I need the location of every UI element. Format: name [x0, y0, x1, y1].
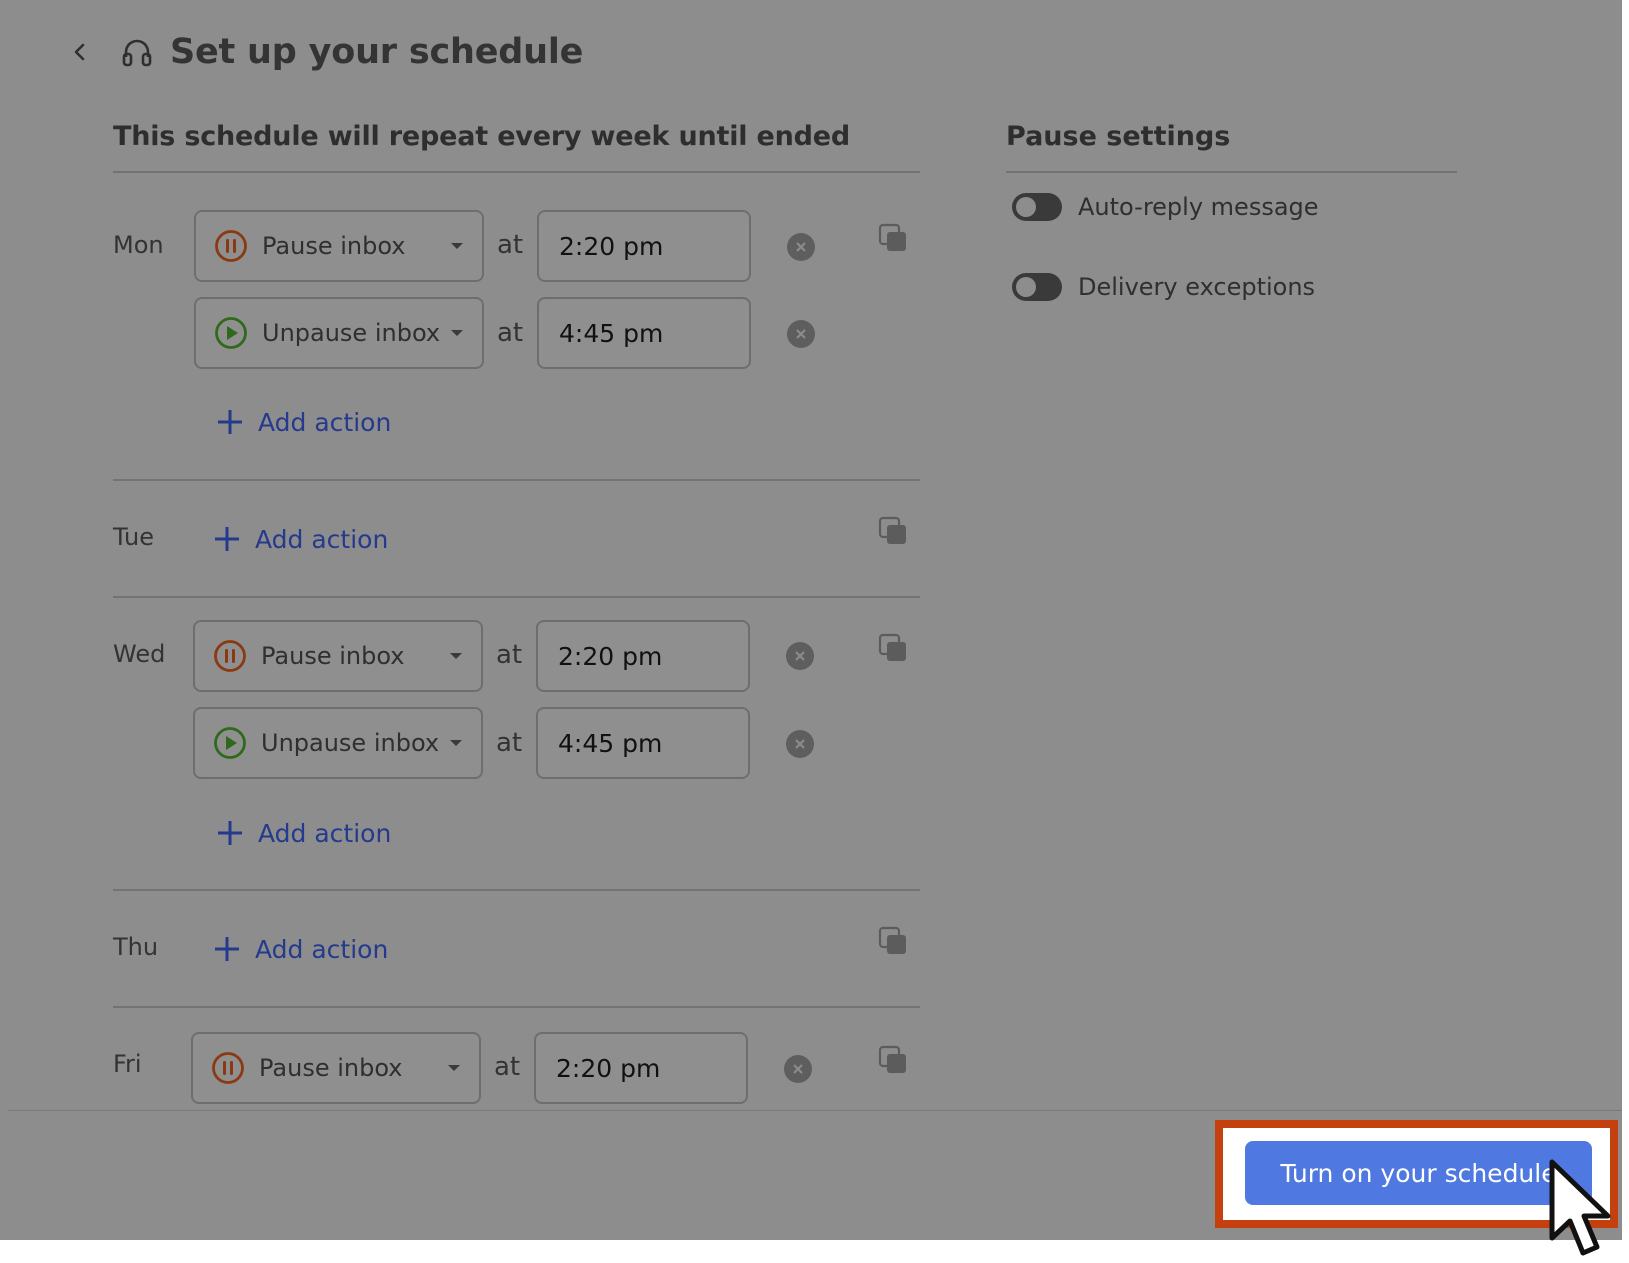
action-select-label: Pause inbox [259, 1054, 403, 1082]
copy-icon[interactable] [877, 222, 909, 254]
divider [1006, 171, 1457, 173]
pause-icon [214, 640, 246, 672]
copy-icon[interactable] [877, 1044, 909, 1076]
divider [113, 479, 920, 481]
day-label-wed: Wed [113, 640, 166, 668]
plus-icon [215, 527, 239, 551]
day-label-fri: Fri [113, 1050, 142, 1078]
headset-icon [120, 35, 154, 69]
action-select[interactable]: Pause inbox [191, 1032, 481, 1104]
play-icon [215, 317, 247, 349]
back-icon[interactable] [68, 40, 92, 64]
plus-icon [218, 410, 242, 434]
divider [113, 171, 920, 173]
copy-icon[interactable] [877, 632, 909, 664]
auto-reply-toggle[interactable] [1012, 193, 1062, 221]
footer-divider [8, 1110, 1622, 1111]
day-label-mon: Mon [113, 231, 164, 259]
play-icon [214, 727, 246, 759]
screen-edge [1622, 0, 1629, 1240]
clear-icon[interactable] [784, 1055, 812, 1083]
clear-icon[interactable] [787, 233, 815, 261]
add-action-button[interactable]: Add action [213, 929, 388, 969]
turn-on-schedule-button[interactable]: Turn on your schedule [1245, 1141, 1592, 1205]
chevron-down-icon [448, 1065, 460, 1071]
chevron-down-icon [451, 330, 463, 336]
at-label: at [497, 230, 524, 260]
auto-reply-label: Auto-reply message [1078, 193, 1319, 221]
action-select-label: Unpause inbox [262, 319, 441, 347]
divider [113, 596, 920, 598]
at-label: at [497, 318, 524, 348]
action-select-label: Unpause inbox [261, 729, 440, 757]
clear-icon[interactable] [786, 730, 814, 758]
toggle-knob [1016, 197, 1036, 217]
schedule-heading: This schedule will repeat every week unt… [113, 121, 851, 152]
chevron-down-icon [450, 653, 462, 659]
pause-settings-title: Pause settings [1006, 121, 1231, 152]
delivery-exceptions-toggle[interactable] [1012, 273, 1062, 301]
day-label-tue: Tue [113, 523, 154, 551]
delivery-exceptions-toggle-row: Delivery exceptions [1012, 273, 1315, 301]
copy-icon[interactable] [877, 925, 909, 957]
schedule-screen: Set up your schedule This schedule will … [0, 0, 1629, 1240]
time-input[interactable]: 2:20 pm [534, 1032, 748, 1104]
add-action-button[interactable]: Add action [213, 519, 388, 559]
action-select[interactable]: Pause inbox [194, 210, 484, 282]
cursor-icon [1549, 1159, 1611, 1256]
time-input[interactable]: 2:20 pm [537, 210, 751, 282]
action-select-label: Pause inbox [262, 232, 406, 260]
action-select-label: Pause inbox [261, 642, 405, 670]
action-select[interactable]: Unpause inbox [194, 297, 484, 369]
at-label: at [496, 640, 523, 670]
chevron-down-icon [451, 243, 463, 249]
time-input[interactable]: 2:20 pm [536, 620, 750, 692]
divider [113, 1006, 920, 1008]
add-action-label: Add action [255, 524, 389, 554]
day-label-thu: Thu [113, 933, 159, 961]
clear-icon[interactable] [786, 642, 814, 670]
time-input[interactable]: 4:45 pm [537, 297, 751, 369]
pause-icon [212, 1052, 244, 1084]
divider [113, 889, 920, 891]
at-label: at [494, 1052, 521, 1082]
add-action-label: Add action [258, 818, 392, 848]
action-select[interactable]: Pause inbox [193, 620, 483, 692]
delivery-exceptions-label: Delivery exceptions [1078, 273, 1316, 301]
toggle-knob [1016, 277, 1036, 297]
add-action-label: Add action [255, 934, 389, 964]
clear-icon[interactable] [787, 320, 815, 348]
plus-icon [215, 937, 239, 961]
pause-icon [215, 230, 247, 262]
header: Set up your schedule [68, 22, 583, 82]
copy-icon[interactable] [877, 515, 909, 547]
add-action-button[interactable]: Add action [216, 402, 391, 442]
add-action-button[interactable]: Add action [216, 813, 391, 853]
auto-reply-toggle-row: Auto-reply message [1012, 193, 1319, 221]
add-action-label: Add action [258, 407, 392, 437]
chevron-down-icon [450, 740, 462, 746]
at-label: at [496, 728, 523, 758]
action-select[interactable]: Unpause inbox [193, 707, 483, 779]
page-title: Set up your schedule [170, 32, 584, 72]
time-input[interactable]: 4:45 pm [536, 707, 750, 779]
plus-icon [218, 821, 242, 845]
